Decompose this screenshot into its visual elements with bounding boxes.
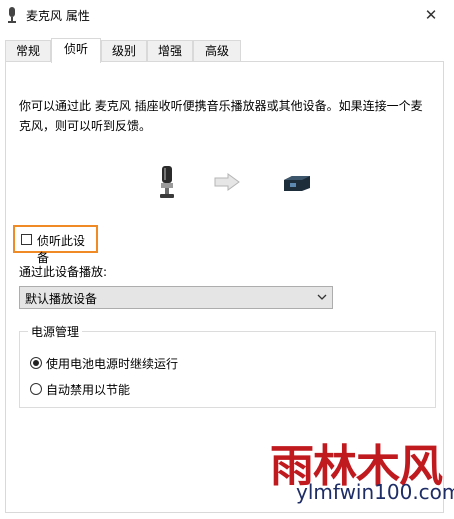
window-title: 麦克风 属性: [26, 9, 90, 23]
radio-disable-to-save-power[interactable]: [30, 383, 42, 395]
title-bar: 麦克风 属性 ✕: [0, 0, 454, 30]
microphone-small-icon: [8, 7, 16, 23]
microphone-icon: [160, 166, 174, 198]
watermark-url: ylmfwin100.com: [296, 480, 454, 504]
tab-listen[interactable]: 侦听: [51, 38, 101, 63]
arrow-right-icon: [214, 173, 240, 191]
listen-checkbox-row[interactable]: 侦听此设备: [13, 225, 98, 265]
close-button[interactable]: ✕: [408, 0, 454, 30]
close-icon: ✕: [424, 6, 438, 24]
tab-levels[interactable]: 级别: [101, 40, 147, 61]
tab-strip: 常规 侦听 级别 增强 高级: [5, 38, 449, 63]
tab-advanced[interactable]: 高级: [193, 40, 241, 61]
listen-checkbox[interactable]: [21, 234, 32, 245]
chevron-down-icon: [317, 294, 327, 300]
radio-continue-on-battery-label: 使用电池电源时继续运行: [46, 357, 179, 371]
playback-device-value: 默认播放设备: [25, 292, 98, 306]
power-management-title: 电源管理: [28, 323, 83, 340]
listen-description: 你可以通过此 麦克风 插座收听便携音乐播放器或其他设备。如果连接一个麦克风，则可…: [19, 99, 423, 133]
playback-device-select[interactable]: 默认播放设备: [19, 286, 333, 309]
listen-checkbox-label: 侦听此设备: [37, 234, 86, 265]
playback-label: 通过此设备播放:: [19, 265, 108, 279]
radio-disable-to-save-power-label: 自动禁用以节能: [46, 383, 131, 397]
speaker-device-icon: [284, 176, 310, 191]
tab-general[interactable]: 常规: [5, 40, 51, 61]
radio-continue-on-battery[interactable]: [30, 357, 42, 369]
tab-enhancements[interactable]: 增强: [147, 40, 193, 61]
